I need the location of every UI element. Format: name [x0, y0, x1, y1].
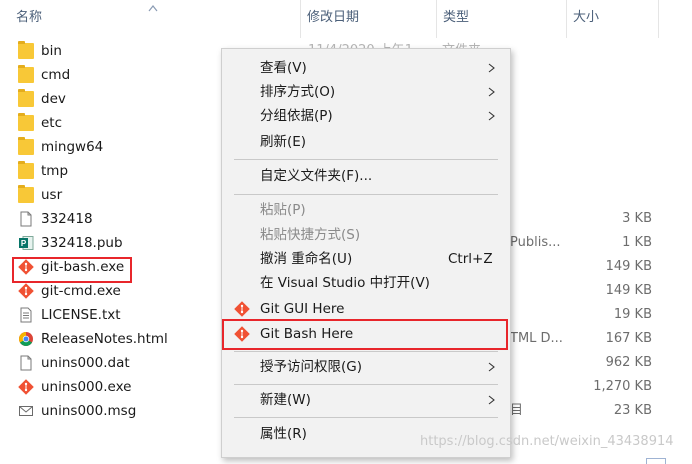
file-size: 23 KB [613, 403, 652, 418]
context-menu: 查看(V) 排序方式(O) 分组依据(P) 刷新(E) 自定义文件夹(F)...… [221, 48, 511, 458]
menu-separator [234, 159, 498, 160]
menu-separator [234, 351, 498, 352]
git-icon [18, 283, 34, 299]
menu-item-label: 在 Visual Studio 中打开(V) [260, 275, 430, 291]
chrome-icon [19, 332, 33, 346]
menu-item-label: 查看(V) [260, 60, 307, 76]
publisher-icon: P [19, 236, 34, 250]
menu-item-sort-by[interactable]: 排序方式(O) [222, 80, 510, 104]
git-icon [234, 301, 250, 317]
folder-icon [18, 161, 34, 179]
column-name-label: 名称 [16, 10, 43, 25]
menu-item-git-gui-here[interactable]: Git GUI Here [222, 297, 510, 321]
column-date-label: 修改日期 [307, 10, 360, 25]
file-name: LICENSE.txt [41, 307, 121, 323]
file-name: tmp [41, 163, 69, 179]
file-size: 1,270 KB [593, 379, 652, 394]
menu-item-view[interactable]: 查看(V) [222, 56, 510, 80]
menu-separator [234, 384, 498, 385]
file-size: 167 KB [605, 331, 652, 346]
file-name: unins000.msg [41, 403, 137, 419]
chevron-right-icon [488, 362, 495, 372]
menu-item-refresh[interactable]: 刷新(E) [222, 130, 510, 154]
sort-ascending-icon [148, 5, 158, 12]
menu-item-label: 刷新(E) [260, 134, 307, 150]
folder-icon [18, 113, 34, 131]
menu-item-new[interactable]: 新建(W) [222, 388, 510, 412]
file-size: 149 KB [605, 259, 652, 274]
menu-separator [234, 194, 498, 195]
menu-item-undo-rename[interactable]: 撤消 重命名(U) Ctrl+Z [222, 247, 510, 271]
file-name: bin [41, 43, 62, 59]
menu-item-label: 自定义文件夹(F)... [260, 168, 373, 184]
menu-item-paste[interactable]: 粘贴(P) [222, 198, 510, 222]
file-name: dev [41, 91, 66, 107]
file-size: 149 KB [605, 283, 652, 298]
chevron-right-icon [488, 111, 495, 121]
mail-icon [19, 406, 33, 416]
file-icon [20, 355, 32, 371]
file-name: unins000.dat [41, 355, 130, 371]
file-name: usr [41, 187, 63, 203]
column-size-label: 大小 [573, 10, 600, 25]
watermark: https://blog.csdn.net/weixin_43438914 [420, 434, 674, 449]
menu-item-label: 粘贴(P) [260, 202, 306, 218]
menu-item-customize-folder[interactable]: 自定义文件夹(F)... [222, 164, 510, 188]
menu-item-label: Git GUI Here [260, 301, 345, 317]
file-name: mingw64 [41, 139, 104, 155]
menu-item-open-in-visual-studio[interactable]: 在 Visual Studio 中打开(V) [222, 271, 510, 295]
file-name: etc [41, 115, 63, 131]
file-size: 19 KB [613, 307, 652, 322]
column-spacer [658, 0, 692, 38]
folder-icon [18, 137, 34, 155]
chevron-right-icon [488, 87, 495, 97]
file-size: 1 KB [622, 235, 652, 250]
file-name: unins000.exe [41, 379, 132, 395]
folder-icon [18, 41, 34, 59]
column-header: 名称 修改日期 类型 大小 [0, 0, 692, 38]
menu-item-label: 授予访问权限(G) [260, 359, 362, 375]
folder-icon [18, 185, 34, 203]
menu-separator [234, 417, 498, 418]
file-size: 3 KB [622, 211, 652, 226]
column-type-label: 类型 [443, 10, 470, 25]
file-icon [20, 211, 32, 227]
file-name: 332418 [41, 211, 93, 227]
column-type[interactable]: 类型 [436, 0, 566, 38]
file-name: ReleaseNotes.html [41, 331, 168, 347]
file-name: 332418.pub [41, 235, 123, 251]
menu-item-shortcut: Ctrl+Z [448, 251, 493, 267]
menu-item-label: 排序方式(O) [260, 84, 336, 100]
svg-text:P: P [21, 239, 27, 248]
chevron-right-icon [488, 395, 495, 405]
chevron-right-icon [488, 63, 495, 73]
menu-item-paste-shortcut[interactable]: 粘贴快捷方式(S) [222, 223, 510, 247]
text-file-icon [20, 307, 32, 323]
column-date-modified[interactable]: 修改日期 [300, 0, 436, 38]
git-icon [18, 379, 34, 395]
menu-item-label: 新建(W) [260, 392, 311, 408]
menu-item-label: 属性(R) [260, 426, 307, 442]
file-size: 962 KB [605, 355, 652, 370]
menu-item-give-access[interactable]: 授予访问权限(G) [222, 355, 510, 379]
column-size[interactable]: 大小 [566, 0, 658, 38]
menu-item-label: 粘贴快捷方式(S) [260, 227, 361, 243]
folder-icon [18, 65, 34, 83]
menu-item-label: 分组依据(P) [260, 108, 333, 124]
highlight-box-git-bash [12, 257, 132, 283]
menu-item-group-by[interactable]: 分组依据(P) [222, 104, 510, 128]
highlight-box-git-bash-here [222, 319, 508, 350]
folder-icon [18, 89, 34, 107]
window-corner [646, 458, 666, 464]
menu-item-label: 撤消 重命名(U) [260, 251, 353, 267]
file-name: cmd [41, 67, 71, 83]
